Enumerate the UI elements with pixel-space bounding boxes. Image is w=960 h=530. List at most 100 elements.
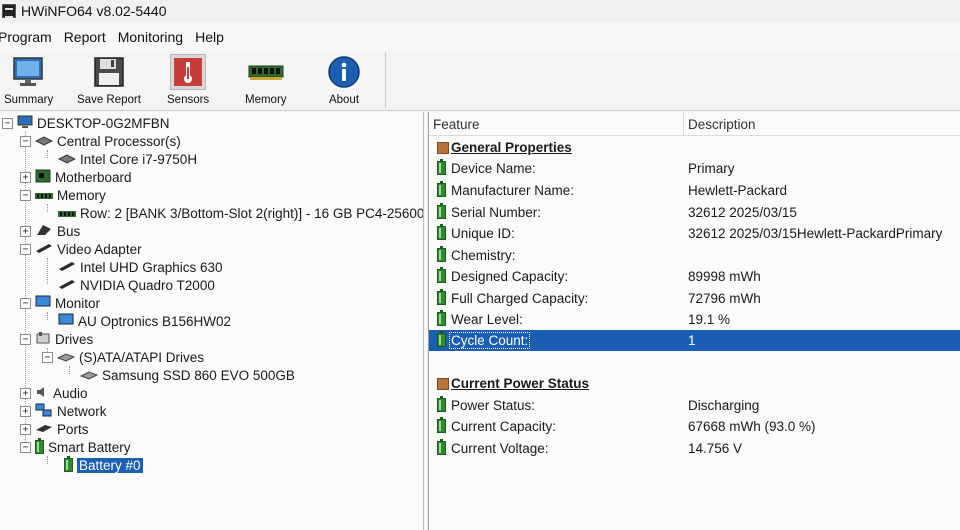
tree-item-battery-0[interactable]: Battery #0 (64, 456, 144, 474)
collapse-toggle[interactable]: − (20, 333, 31, 345)
detail-row[interactable]: Unique ID: 32612 2025/03/15Hewlett-Packa… (429, 223, 960, 244)
tree-item-memory-row[interactable]: Row: 2 [BANK 3/Bottom-Slot 2(right)] - 1… (58, 204, 423, 222)
monitor-icon (58, 313, 74, 330)
graphics-card-icon (58, 260, 76, 275)
tree-item-cpu[interactable]: − Central Processor(s) (20, 132, 181, 150)
tree-connector (47, 204, 48, 212)
title-bar: HWiNFO64 v8.02-5440 (0, 0, 960, 22)
tree-item-memory[interactable]: − Memory (20, 186, 106, 204)
sensors-button[interactable]: Sensors (167, 54, 209, 106)
feature-label: Wear Level: (451, 312, 523, 327)
column-divider[interactable] (683, 112, 684, 136)
battery-icon (437, 246, 446, 262)
speaker-icon (35, 385, 49, 402)
detail-row[interactable]: Manufacturer Name: Hewlett-Packard (429, 180, 960, 201)
menu-monitoring[interactable]: Monitoring (112, 29, 189, 45)
collapse-toggle[interactable]: − (20, 189, 31, 201)
expand-toggle[interactable]: + (20, 171, 31, 183)
battery-icon (437, 181, 446, 197)
feature-label: Cycle Count: (448, 332, 531, 349)
feature-value: 32612 2025/03/15 (688, 205, 797, 220)
about-button[interactable]: About (326, 54, 362, 106)
feature-label: Chemistry: (451, 248, 516, 263)
detail-row[interactable]: Serial Number: 32612 2025/03/15 (429, 202, 960, 223)
computer-icon (17, 115, 33, 132)
tree-item-cpu-model[interactable]: Intel Core i7-9750H (57, 150, 198, 168)
expand-toggle[interactable]: + (20, 405, 31, 417)
feature-label: Designed Capacity: (451, 269, 569, 284)
tree-label-ports: Ports (57, 421, 89, 437)
detail-row[interactable]: Current Voltage: 14.756 V (429, 438, 960, 459)
drive-icon (56, 350, 76, 365)
info-icon (326, 54, 362, 90)
feature-value: Hewlett-Packard (688, 183, 788, 198)
tree-item-audio[interactable]: + Audio (20, 384, 88, 402)
details-list[interactable]: Feature Description General Properties D… (428, 112, 960, 530)
tree-label-smart-battery: Smart Battery (48, 439, 131, 455)
detail-row[interactable]: Power Status: Discharging (429, 395, 960, 416)
menu-bar: Program Report Monitoring Help (0, 27, 960, 47)
collapse-toggle[interactable]: − (2, 117, 13, 129)
tree-connector (47, 312, 48, 320)
section-icon (437, 142, 449, 154)
collapse-toggle[interactable]: − (20, 441, 31, 453)
collapse-toggle[interactable]: − (20, 135, 31, 147)
tree-item-drives[interactable]: − Drives (20, 330, 93, 348)
device-tree[interactable]: − DESKTOP-0G2MFBN − Central Processor(s)… (0, 112, 424, 530)
tree-item-motherboard[interactable]: + Motherboard (20, 168, 132, 186)
menu-program[interactable]: Program (0, 29, 58, 45)
motherboard-icon (35, 169, 51, 186)
save-report-button[interactable]: Save Report (77, 54, 141, 106)
battery-icon (437, 396, 446, 412)
tree-label-memory: Memory (57, 187, 106, 203)
menu-help[interactable]: Help (189, 29, 230, 45)
tree-label-cpu-model: Intel Core i7-9750H (80, 151, 198, 167)
tree-item-root[interactable]: − DESKTOP-0G2MFBN (2, 114, 170, 132)
menu-report[interactable]: Report (58, 29, 112, 45)
detail-row[interactable]: Device Name: Primary (429, 158, 960, 179)
detail-row[interactable]: Wear Level: 19.1 % (429, 309, 960, 330)
tree-label-cpu: Central Processor(s) (57, 133, 181, 149)
detail-row[interactable]: Designed Capacity: 89998 mWh (429, 266, 960, 287)
monitor-icon (11, 54, 47, 90)
battery-icon (437, 289, 446, 305)
tree-item-gpu-nvidia[interactable]: NVIDIA Quadro T2000 (58, 276, 215, 294)
detail-row[interactable]: Current Capacity: 67668 mWh (93.0 %) (429, 416, 960, 437)
detail-row-selected[interactable]: Cycle Count: 1 (429, 330, 960, 351)
detail-row[interactable]: Chemistry: (429, 245, 960, 266)
tree-item-bus[interactable]: + Bus (20, 222, 80, 240)
tree-item-video-adapter[interactable]: − Video Adapter (20, 240, 142, 258)
collapse-toggle[interactable]: − (42, 351, 53, 363)
summary-button[interactable]: Summary (4, 54, 53, 106)
section-current-power-status[interactable]: Current Power Status (429, 373, 960, 394)
tree-item-ssd[interactable]: Samsung SSD 860 EVO 500GB (79, 366, 295, 384)
battery-icon (437, 331, 446, 347)
memory-button[interactable]: Memory (245, 54, 287, 106)
tree-item-display[interactable]: AU Optronics B156HW02 (58, 312, 231, 330)
feature-value: 32612 2025/03/15Hewlett-PackardPrimary (688, 226, 943, 241)
battery-icon (437, 267, 446, 283)
tree-label-audio: Audio (53, 385, 88, 401)
expand-toggle[interactable]: + (20, 423, 31, 435)
drive-icon (79, 368, 99, 383)
header-description[interactable]: Description (688, 117, 756, 132)
floppy-disk-icon (91, 54, 127, 90)
expand-toggle[interactable]: + (20, 225, 31, 237)
detail-row[interactable]: Full Charged Capacity: 72796 mWh (429, 288, 960, 309)
about-label: About (328, 94, 360, 106)
toolbar-separator (385, 52, 386, 108)
collapse-toggle[interactable]: − (20, 297, 31, 309)
section-general-properties[interactable]: General Properties (429, 137, 960, 158)
tree-item-monitor[interactable]: − Monitor (20, 294, 100, 312)
tree-item-gpu-intel[interactable]: Intel UHD Graphics 630 (58, 258, 223, 276)
memory-module-icon (35, 188, 53, 203)
collapse-toggle[interactable]: − (20, 243, 31, 255)
expand-toggle[interactable]: + (20, 387, 31, 399)
tree-item-ports[interactable]: + Ports (20, 420, 89, 438)
column-header: Feature Description (429, 112, 960, 136)
feature-label: Manufacturer Name: (451, 183, 575, 198)
header-feature[interactable]: Feature (433, 117, 480, 132)
tree-item-network[interactable]: + Network (20, 402, 107, 420)
tree-item-smart-battery[interactable]: − Smart Battery (20, 438, 131, 456)
tree-item-ata-drives[interactable]: − (S)ATA/ATAPI Drives (42, 348, 204, 366)
